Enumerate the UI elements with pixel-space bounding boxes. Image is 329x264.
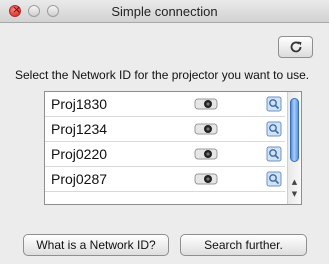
scroll-up-arrow-icon[interactable]: ▲ xyxy=(289,176,300,188)
info-icon[interactable] xyxy=(266,146,282,162)
projector-name: Proj0287 xyxy=(51,171,108,187)
list-scrollbar[interactable]: ▲ ▼ xyxy=(287,92,301,204)
info-icon[interactable] xyxy=(266,121,282,137)
scroll-thumb[interactable] xyxy=(290,98,299,162)
instruction-text: Select the Network ID for the projector … xyxy=(15,68,310,82)
scroll-down-arrow-icon[interactable]: ▼ xyxy=(289,188,300,200)
projector-row[interactable]: Proj0220 xyxy=(45,142,285,167)
projector-row[interactable]: Proj1830 xyxy=(45,92,285,117)
projector-icon xyxy=(193,121,219,137)
info-icon[interactable] xyxy=(266,96,282,112)
projector-icon xyxy=(193,171,219,187)
search-further-button[interactable]: Search further. xyxy=(180,234,307,256)
projector-icon xyxy=(193,96,219,112)
projector-list[interactable]: Proj1830 Proj1234 Proj0220 Proj0287 ▲ ▼ xyxy=(44,91,302,205)
info-icon[interactable] xyxy=(266,171,282,187)
projector-name: Proj1234 xyxy=(51,121,108,137)
refresh-button[interactable] xyxy=(278,36,313,58)
refresh-icon xyxy=(289,40,303,54)
simple-connection-window: Simple connection Select the Network ID … xyxy=(0,0,329,264)
title-bar: Simple connection xyxy=(0,0,329,23)
window-title: Simple connection xyxy=(111,4,218,19)
projector-name: Proj0220 xyxy=(51,146,108,162)
projector-row[interactable]: Proj0287 xyxy=(45,167,285,192)
what-is-network-id-button[interactable]: What is a Network ID? xyxy=(23,234,169,256)
projector-row[interactable]: Proj1234 xyxy=(45,117,285,142)
projector-name: Proj1830 xyxy=(51,96,108,112)
projector-icon xyxy=(193,146,219,162)
